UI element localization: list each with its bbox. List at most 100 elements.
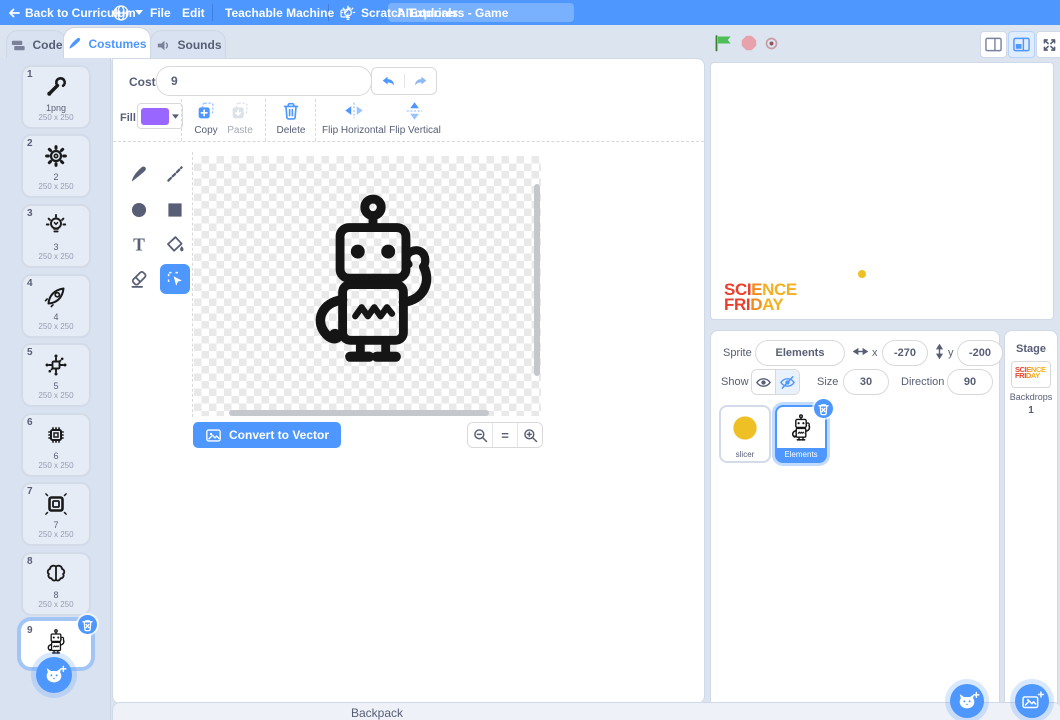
file-menu[interactable]: File: [150, 0, 171, 25]
stop-button[interactable]: [740, 34, 758, 52]
undo-button[interactable]: [372, 74, 404, 88]
delete-costume-button[interactable]: [78, 615, 97, 634]
costume-name-input[interactable]: 9: [156, 66, 372, 96]
tool-select-active[interactable]: [160, 264, 190, 294]
teachable-machine-link[interactable]: Teachable Machine: [225, 0, 352, 25]
slicer-sprite-dot[interactable]: [858, 270, 866, 278]
network-icon: [43, 352, 69, 378]
tool-text[interactable]: T: [124, 230, 154, 260]
green-flag-button[interactable]: [713, 34, 733, 52]
move-horizontal-icon: [853, 345, 868, 358]
costume-item-1[interactable]: 11png250 x 250: [21, 65, 91, 129]
record-indicator[interactable]: [765, 37, 778, 50]
add-backdrop-button[interactable]: [1015, 684, 1049, 718]
flip-horizontal-button[interactable]: Flip Horizontal: [319, 100, 389, 136]
add-costume-button[interactable]: [36, 657, 72, 693]
robot-costume-image[interactable]: [297, 191, 449, 373]
rectangle-icon: [164, 199, 186, 221]
rocket-icon: [43, 283, 69, 309]
delete-sprite-button[interactable]: [814, 399, 833, 418]
small-stage-icon: [984, 36, 1003, 53]
flip-vertical-button[interactable]: Flip Vertical: [385, 100, 445, 136]
costume-item-4[interactable]: 44250 x 250: [21, 274, 91, 338]
paste-button[interactable]: Paste: [221, 100, 259, 136]
language-menu[interactable]: [112, 0, 143, 25]
tab-code[interactable]: Code: [6, 30, 66, 59]
show-sprite-button[interactable]: [752, 370, 775, 394]
delete-button[interactable]: Delete: [271, 100, 311, 136]
backdrops-label: Backdrops: [1005, 392, 1057, 402]
convert-to-vector-button[interactable]: Convert to Vector: [193, 422, 341, 448]
canvas-vertical-scrollbar[interactable]: [534, 184, 540, 376]
tab-costumes[interactable]: Costumes: [63, 27, 151, 59]
tool-rectangle[interactable]: [160, 195, 190, 225]
paint-canvas[interactable]: [194, 156, 541, 416]
visibility-toggle: [751, 369, 800, 395]
x-label: x: [872, 347, 878, 359]
eye-slash-icon: [779, 374, 796, 391]
paste-icon: [229, 100, 251, 122]
zoom-in-button[interactable]: [518, 423, 542, 447]
robot-icon: [43, 629, 69, 655]
backpack-bar[interactable]: Backpack: [112, 702, 1060, 720]
select-arrow-icon: [164, 268, 186, 290]
costume-item-2[interactable]: 22250 x 250: [21, 134, 91, 198]
x-position-input[interactable]: -270: [882, 340, 928, 366]
backdrop-thumbnail[interactable]: science friday: [1011, 361, 1051, 388]
direction-input[interactable]: 90: [947, 369, 993, 395]
costume-item-6[interactable]: 66250 x 250: [21, 413, 91, 477]
backdrop-logo-thumb: science friday: [1012, 362, 1050, 380]
costume-item-8[interactable]: 88250 x 250: [21, 552, 91, 616]
size-input[interactable]: 30: [843, 369, 889, 395]
fill-color-picker[interactable]: [137, 103, 183, 129]
fullscreen-button[interactable]: [1036, 31, 1060, 58]
redo-button[interactable]: [404, 74, 436, 88]
tool-eraser[interactable]: [124, 264, 154, 294]
costume-item-3[interactable]: 33250 x 250: [21, 204, 91, 268]
show-label: Show: [721, 376, 749, 388]
text-icon: T: [128, 234, 150, 256]
hide-sprite-button-active[interactable]: [775, 370, 799, 394]
tab-sounds[interactable]: Sounds: [150, 30, 226, 59]
large-stage-button[interactable]: [1008, 31, 1035, 58]
project-name-field[interactable]: AIExplorers - Game: [388, 3, 574, 22]
tool-fill[interactable]: [160, 230, 190, 260]
small-stage-button[interactable]: [980, 31, 1007, 58]
chip-icon: [43, 422, 69, 448]
costume-item-7[interactable]: 77250 x 250: [21, 482, 91, 546]
lightbulb-icon: [340, 5, 356, 21]
tool-circle[interactable]: [124, 195, 154, 225]
copy-button[interactable]: Copy: [187, 100, 225, 136]
brush-icon: [128, 163, 150, 185]
paint-bucket-icon: [164, 234, 186, 256]
tool-line[interactable]: [160, 159, 190, 189]
flip-vertical-icon: [404, 100, 426, 122]
zoom-out-button[interactable]: [468, 423, 492, 447]
y-position-input[interactable]: -200: [957, 340, 1003, 366]
stage-backdrop-panel[interactable]: Stage science friday Backdrops 1: [1004, 330, 1058, 720]
sprite-label: Sprite: [723, 347, 752, 359]
sprite-thumbnail-elements-selected[interactable]: Elements: [775, 405, 827, 463]
globe-icon: [112, 4, 130, 22]
robot-drawing: [297, 191, 449, 373]
trash-icon: [280, 100, 302, 122]
cat-plus-icon: [41, 664, 67, 686]
zoom-out-icon: [472, 427, 489, 444]
y-label: y: [948, 347, 954, 359]
backpack-label: Backpack: [351, 706, 403, 720]
undo-icon: [380, 74, 396, 88]
direction-label: Direction: [901, 376, 944, 388]
edit-menu[interactable]: Edit: [182, 0, 205, 25]
stage[interactable]: science friday: [710, 62, 1054, 320]
tool-brush[interactable]: [124, 159, 154, 189]
add-sprite-button[interactable]: [950, 684, 984, 718]
sprite-name-input[interactable]: Elements: [755, 340, 845, 366]
canvas-horizontal-scrollbar[interactable]: [229, 410, 489, 416]
paint-editor: Costume 9 Fill Copy Paste Delete Flip: [112, 58, 705, 704]
frame-icon: [43, 491, 69, 517]
costume-item-5[interactable]: 55250 x 250: [21, 343, 91, 407]
line-icon: [164, 163, 186, 185]
green-flag-icon: [713, 34, 733, 52]
sprite-thumbnail-slicer[interactable]: slicer: [719, 405, 771, 463]
zoom-reset-button[interactable]: =: [492, 423, 518, 447]
